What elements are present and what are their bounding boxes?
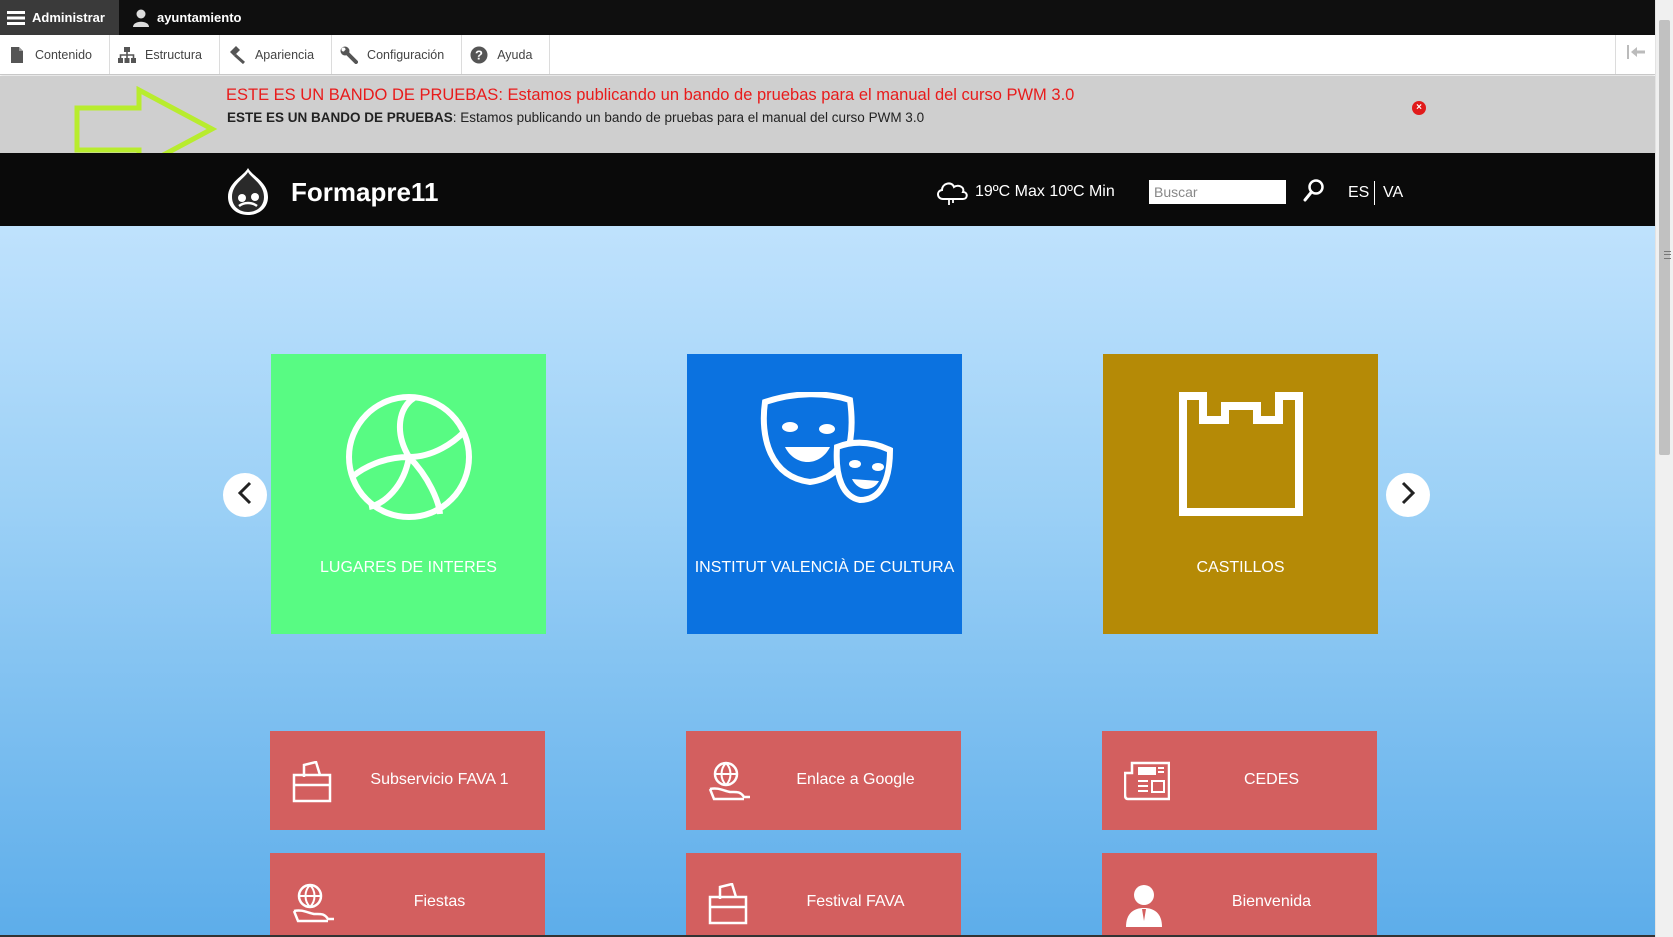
manage-label: Administrar	[32, 10, 105, 25]
service-label: CEDES	[1243, 771, 1300, 788]
announcement-body-bold: ESTE ES UN BANDO DE PRUEBAS	[227, 110, 453, 125]
language-divider	[1374, 181, 1375, 205]
newspaper-icon	[1123, 761, 1171, 803]
hamburger-icon	[6, 8, 26, 28]
tab-configuracion[interactable]: Configuración	[332, 35, 463, 74]
admin-toolbar: Administrar ayuntamiento	[0, 0, 1655, 35]
tab-label: Ayuda	[497, 47, 533, 62]
service-fiestas[interactable]: Fiestas	[270, 853, 545, 937]
weather-text: 19ºC Max 10ºC Min	[975, 183, 1115, 200]
file-icon	[8, 46, 26, 64]
user-icon	[131, 8, 151, 28]
theater-masks-icon	[687, 392, 962, 522]
user-menu-button[interactable]: ayuntamiento	[119, 0, 256, 35]
chevron-left-icon	[237, 481, 253, 510]
service-label: Festival FAVA	[806, 893, 905, 910]
announcement-body-text: : Estamos publicando un bando de pruebas…	[452, 110, 925, 125]
service-cedes[interactable]: CEDES	[1102, 731, 1377, 830]
chevron-right-icon	[1400, 481, 1416, 510]
manage-menu-button[interactable]: Administrar	[0, 0, 119, 35]
search-input[interactable]	[1149, 180, 1286, 204]
service-label: Enlace a Google	[796, 771, 915, 788]
volleyball-icon	[271, 392, 546, 522]
service-label: Bienvenida	[1231, 893, 1312, 910]
tab-label: Configuración	[367, 47, 445, 62]
tab-label: Estructura	[145, 47, 202, 62]
carousel-next-button[interactable]	[1386, 473, 1430, 517]
tab-ayuda[interactable]: ? Ayuda	[462, 35, 551, 74]
tab-estructura[interactable]: Estructura	[110, 35, 220, 74]
carousel-tile-cultura[interactable]: INSTITUT VALENCIÀ DE CULTURA	[687, 354, 962, 634]
announcement-title[interactable]: ESTE ES UN BANDO DE PRUEBAS: Estamos pub…	[226, 86, 1074, 105]
service-subservicio-fava[interactable]: Subservicio FAVA 1	[270, 731, 545, 830]
announcement-body: ESTE ES UN BANDO DE PRUEBAS: Estamos pub…	[227, 110, 924, 125]
close-icon[interactable]: ×	[1412, 101, 1426, 115]
service-label: Subservicio FAVA 1	[370, 771, 509, 788]
collapse-left-icon	[1626, 45, 1645, 64]
wrench-icon	[340, 46, 359, 64]
tile-label: LUGARES DE INTERES	[320, 559, 497, 576]
site-header: Formapre11 19ºC Max 10ºC Min ES VA	[0, 153, 1655, 226]
carousel-prev-button[interactable]	[223, 473, 267, 517]
ballot-box-icon	[708, 882, 750, 925]
ballot-box-icon	[292, 760, 334, 803]
scrollbar-thumb[interactable]	[1659, 20, 1671, 455]
language-va-link[interactable]: VA	[1383, 184, 1403, 202]
toolbar-orientation-toggle[interactable]	[1615, 35, 1655, 74]
scrollbar[interactable]	[1655, 0, 1673, 937]
main-content: LUGARES DE INTERES INSTITUT VALENCIÀ DE …	[0, 226, 1655, 937]
search-icon[interactable]	[1303, 179, 1325, 208]
language-es-link[interactable]: ES	[1348, 184, 1369, 202]
svg-text:?: ?	[475, 47, 483, 62]
paint-icon	[228, 45, 246, 64]
globe-hand-icon	[292, 883, 334, 925]
user-label: ayuntamiento	[156, 10, 242, 25]
person-icon	[1124, 883, 1166, 927]
carousel-tile-lugares[interactable]: LUGARES DE INTERES	[271, 354, 546, 634]
service-festival-fava[interactable]: Festival FAVA	[686, 853, 961, 937]
tab-label: Contenido	[35, 47, 92, 62]
site-name[interactable]: Formapre11	[291, 177, 438, 208]
service-label: Fiestas	[413, 893, 466, 910]
service-enlace-google[interactable]: Enlace a Google	[686, 731, 961, 830]
tab-label: Apariencia	[254, 47, 315, 62]
tab-contenido[interactable]: Contenido	[0, 35, 110, 74]
help-icon: ?	[470, 46, 488, 64]
tile-label: CASTILLOS	[1196, 559, 1285, 576]
drupal-logo-icon[interactable]	[224, 166, 272, 221]
tab-apariencia[interactable]: Apariencia	[220, 35, 333, 74]
sitemap-icon	[118, 46, 136, 64]
castle-icon	[1103, 392, 1378, 522]
secondary-toolbar: Contenido Estructura Apariencia Configur…	[0, 35, 1655, 75]
cloud-icon	[935, 179, 969, 212]
grip-icon	[1664, 251, 1671, 259]
tile-label: INSTITUT VALENCIÀ DE CULTURA	[694, 559, 955, 576]
carousel-tile-castillos[interactable]: CASTILLOS	[1103, 354, 1378, 634]
globe-hand-icon	[708, 761, 750, 803]
announcement-banner: ESTE ES UN BANDO DE PRUEBAS: Estamos pub…	[0, 76, 1655, 153]
service-bienvenida[interactable]: Bienvenida	[1102, 853, 1377, 937]
